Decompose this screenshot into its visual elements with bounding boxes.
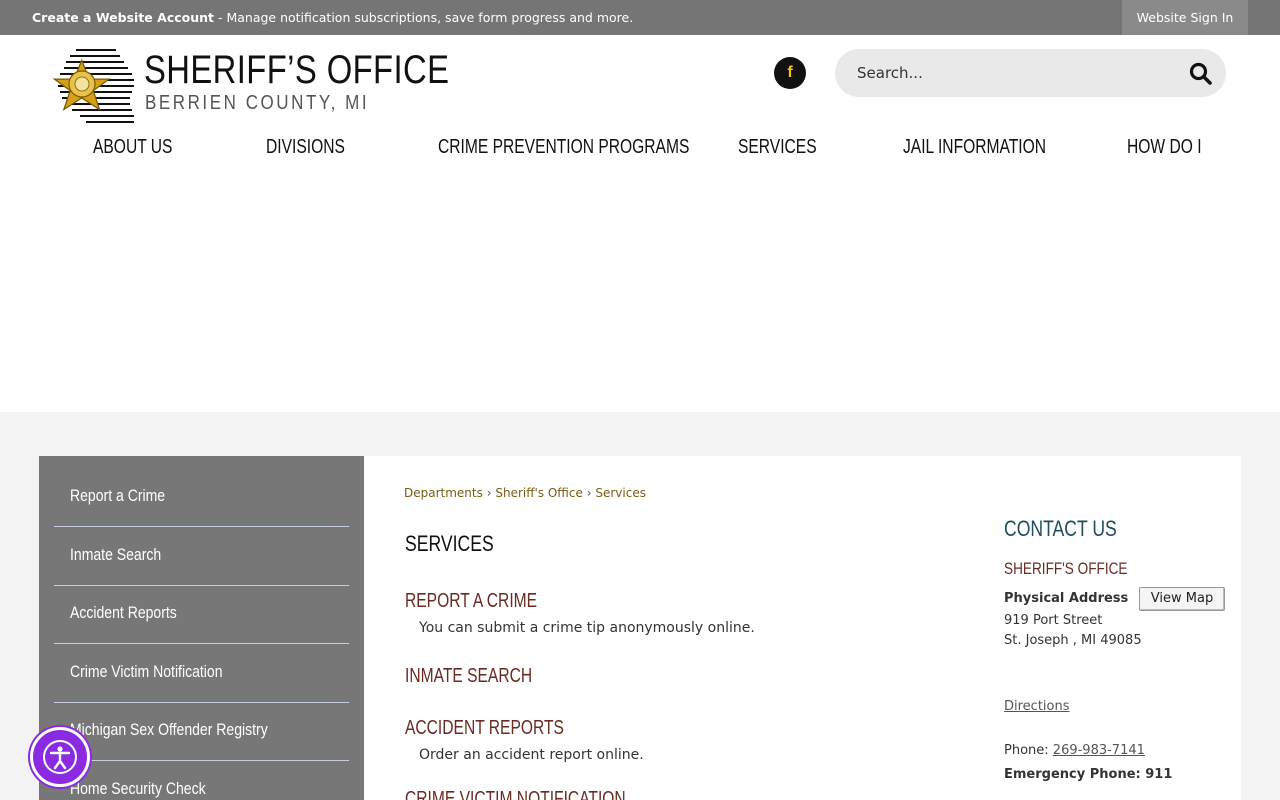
breadcrumb-services[interactable]: Services — [595, 486, 646, 500]
top-bar: Create a Website Account - Manage notifi… — [0, 0, 1280, 35]
breadcrumb-departments[interactable]: Departments — [404, 486, 483, 500]
contact-us-heading: CONTACT US — [1004, 516, 1117, 541]
breadcrumb-separator: › — [486, 486, 492, 500]
search-input[interactable] — [857, 61, 1177, 85]
sidebar-item-report-a-crime[interactable]: Report a Crime — [54, 469, 349, 527]
nav-jail-information[interactable]: JAIL INFORMATION — [903, 136, 1046, 159]
address-line-1: 919 Port Street — [1004, 613, 1103, 628]
logo-title: SHERIFF’S OFFICE — [144, 48, 450, 92]
main-navigation: ABOUT US DIVISIONS CRIME PREVENTION PROG… — [0, 130, 1280, 166]
sidebar-item-label: Michigan Sex Offender Registry — [70, 721, 268, 739]
service-accident-reports-description: Order an accident report online. — [419, 747, 644, 763]
service-report-a-crime-link[interactable]: REPORT A CRIME — [405, 590, 537, 613]
nav-how-do-i[interactable]: HOW DO I — [1127, 136, 1202, 159]
breadcrumb-separator: › — [586, 486, 592, 500]
create-account-link[interactable]: Create a Website Account — [32, 10, 214, 25]
site-logo[interactable]: SHERIFF’S OFFICE BERRIEN COUNTY, MI — [46, 42, 449, 126]
phone-label: Phone: — [1004, 743, 1053, 758]
nav-crime-prevention-programs[interactable]: CRIME PREVENTION PROGRAMS — [438, 136, 689, 159]
sidebar-item-accident-reports[interactable]: Accident Reports — [54, 586, 349, 644]
breadcrumb-sheriffs-office[interactable]: Sheriff's Office — [495, 486, 583, 500]
nav-services[interactable]: SERVICES — [738, 136, 817, 159]
physical-address-label: Physical Address — [1004, 591, 1129, 606]
phone-link[interactable]: 269-983-7141 — [1053, 743, 1145, 758]
nav-divisions[interactable]: DIVISIONS — [266, 136, 345, 159]
create-account-description: - Manage notification subscriptions, sav… — [214, 10, 634, 25]
view-map-button[interactable]: View Map — [1139, 587, 1225, 611]
search-box — [835, 49, 1226, 97]
contact-org-name: SHERIFF'S OFFICE — [1004, 559, 1128, 578]
phone-line: Phone: 269-983-7141 — [1004, 743, 1145, 758]
directions-link[interactable]: Directions — [1004, 699, 1070, 714]
sidebar-item-label: Report a Crime — [70, 487, 166, 505]
search-icon[interactable] — [1188, 61, 1214, 87]
sidebar-item-crime-victim-notification[interactable]: Crime Victim Notification — [54, 645, 349, 703]
address-line-2: St. Joseph , MI 49085 — [1004, 633, 1142, 648]
sidebar-item-home-security-check[interactable]: Home Security Check — [54, 762, 349, 800]
sidebar-item-label: Inmate Search — [70, 546, 162, 564]
service-accident-reports-link[interactable]: ACCIDENT REPORTS — [405, 717, 564, 740]
page-title: SERVICES — [405, 531, 494, 556]
create-account-notice: Create a Website Account - Manage notifi… — [32, 10, 633, 25]
accessibility-icon[interactable] — [30, 727, 90, 787]
sidebar-item-label: Home Security Check — [70, 780, 206, 798]
sheriff-badge-icon — [52, 49, 134, 123]
facebook-icon[interactable]: f — [774, 57, 806, 89]
breadcrumb: Departments › Sheriff's Office › Service… — [404, 486, 646, 500]
sidebar-item-label: Accident Reports — [70, 604, 177, 622]
sidebar-item-sex-offender-registry[interactable]: Michigan Sex Offender Registry — [54, 703, 349, 761]
nav-about-us[interactable]: ABOUT US — [93, 136, 172, 159]
logo-subtitle: BERRIEN COUNTY, MI — [145, 92, 370, 114]
service-report-a-crime-description: You can submit a crime tip anonymously o… — [419, 620, 755, 636]
service-inmate-search-link[interactable]: INMATE SEARCH — [405, 665, 532, 688]
emergency-phone: Emergency Phone: 911 — [1004, 767, 1173, 782]
service-crime-victim-notification-link[interactable]: CRIME VICTIM NOTIFICATION — [405, 788, 626, 800]
sidebar-item-inmate-search[interactable]: Inmate Search — [54, 528, 349, 586]
sign-in-button[interactable]: Website Sign In — [1122, 0, 1248, 35]
sidebar-item-label: Crime Victim Notification — [70, 663, 223, 681]
